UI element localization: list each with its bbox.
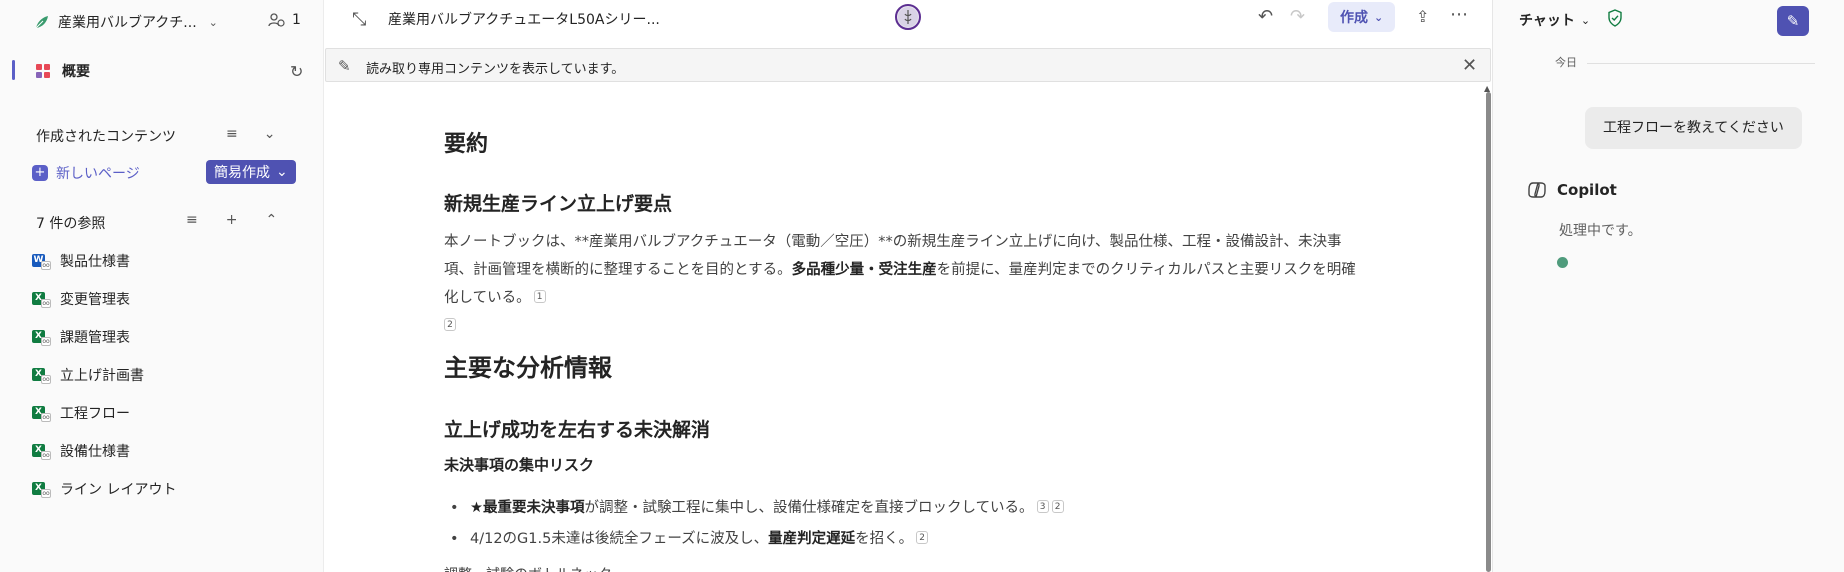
partially-visible-heading: 調整・試験のボトルネック bbox=[444, 564, 612, 572]
date-divider-label: 今日 bbox=[1555, 56, 1577, 69]
citation-badge[interactable]: 2 bbox=[916, 531, 929, 544]
reference-item[interactable]: Xoo 変更管理表 bbox=[32, 289, 130, 309]
excel-link-icon: Xoo bbox=[32, 366, 51, 384]
created-content-header: 作成されたコンテンツ bbox=[36, 129, 176, 145]
reference-label: 工程フロー bbox=[60, 406, 130, 422]
reference-label: 課題管理表 bbox=[60, 330, 130, 346]
close-icon[interactable]: ✕ bbox=[1462, 55, 1477, 76]
word-link-icon: Woo bbox=[32, 254, 51, 270]
reference-label: 設備仕様書 bbox=[60, 444, 130, 460]
copilot-icon bbox=[1528, 182, 1546, 198]
scrollbar[interactable] bbox=[1486, 92, 1491, 572]
heading-risk: 未決事項の集中リスク bbox=[444, 456, 595, 474]
collapse-chevron-icon[interactable]: ⌄ bbox=[264, 126, 276, 142]
avatar[interactable] bbox=[895, 4, 921, 30]
redo-icon[interactable]: ↷ bbox=[1290, 6, 1305, 27]
notebook-title: 産業用バルブアクチ... bbox=[58, 15, 197, 31]
quick-create-button[interactable]: 簡易作成 ⌄ bbox=[206, 160, 296, 184]
edit-off-icon: ✎ bbox=[338, 57, 351, 75]
chevron-down-icon: ⌄ bbox=[1580, 13, 1591, 27]
bullet-dot: • bbox=[450, 531, 459, 547]
avatar-image bbox=[898, 7, 918, 27]
assistant-name: Copilot bbox=[1557, 181, 1617, 199]
excel-link-icon: Xoo bbox=[32, 290, 51, 308]
filter-icon[interactable]: ≡ bbox=[186, 212, 198, 228]
reference-label: 変更管理表 bbox=[60, 292, 130, 308]
list-item: • 4/12のG1.5未達は後続全フェーズに波及し、量産判定遅延を招く。 2 bbox=[450, 527, 929, 548]
chat-tab-label: チャット bbox=[1519, 13, 1575, 29]
heading-launch-points: 新規生産ライン立上げ要点 bbox=[444, 193, 673, 215]
document-title: 産業用バルブアクチュエータL50Aシリー... bbox=[388, 12, 660, 28]
typing-indicator bbox=[1557, 257, 1568, 268]
active-indicator bbox=[12, 60, 15, 80]
summary-paragraph: 本ノートブックは、**産業用バルブアクチュエータ（電動／空圧）**の新規生産ライ… bbox=[444, 234, 1356, 331]
reference-label: ライン レイアウト bbox=[60, 482, 177, 498]
overview-grid-icon bbox=[36, 64, 50, 78]
chevron-down-icon: ⌄ bbox=[276, 164, 288, 180]
reference-item[interactable]: Xoo 設備仕様書 bbox=[32, 441, 130, 461]
user-message: 工程フローを教えてください bbox=[1585, 107, 1802, 149]
heading-open-issues: 立上げ成功を左右する未決解消 bbox=[444, 419, 711, 441]
create-button[interactable]: 作成 ⌄ bbox=[1328, 2, 1396, 32]
create-label: 作成 bbox=[1340, 10, 1368, 26]
member-count: 1 bbox=[292, 12, 301, 28]
read-only-banner: ✎ 読み取り専用コンテンツを表示しています。 ✕ bbox=[325, 48, 1491, 82]
overview-nav-item[interactable]: 概要 ↻ bbox=[12, 56, 312, 84]
quick-create-label: 簡易作成 bbox=[214, 165, 270, 181]
excel-link-icon: Xoo bbox=[32, 480, 51, 498]
refresh-icon[interactable]: ↻ bbox=[290, 62, 303, 81]
expand-icon[interactable]: ⤡ bbox=[352, 9, 366, 30]
banner-text: 読み取り専用コンテンツを表示しています。 bbox=[366, 62, 625, 77]
notebook-selector[interactable]: 産業用バルブアクチ... ⌄ bbox=[34, 12, 218, 32]
chevron-down-icon: ⌄ bbox=[1374, 10, 1384, 24]
reference-item[interactable]: Xoo 立上げ計画書 bbox=[32, 365, 144, 385]
reference-item[interactable]: Xoo 工程フロー bbox=[32, 403, 130, 423]
date-divider bbox=[1587, 63, 1815, 64]
excel-link-icon: Xoo bbox=[32, 328, 51, 346]
chevron-down-icon: ⌄ bbox=[208, 15, 218, 29]
excel-link-icon: Xoo bbox=[32, 404, 51, 422]
leaf-icon bbox=[35, 16, 48, 29]
bullet-dot: • bbox=[450, 500, 459, 516]
list-item: • ★最重要未決事項が調整・試験工程に集中し、設備仕様確定を直接ブロックしている。… bbox=[450, 496, 1064, 517]
reference-item[interactable]: Xoo 課題管理表 bbox=[32, 327, 130, 347]
reference-item[interactable]: Woo 製品仕様書 bbox=[32, 251, 130, 271]
assistant-header: Copilot bbox=[1527, 180, 1617, 200]
plus-icon: + bbox=[32, 165, 48, 181]
compose-icon: ✎ bbox=[1786, 12, 1800, 30]
sidebar: 産業用バルブアクチ... ⌄ 1 概要 ↻ 作成されたコンテンツ ≡ ⌄ + 新… bbox=[0, 0, 324, 572]
more-options-icon[interactable]: ⋯ bbox=[1450, 4, 1469, 25]
citation-badge[interactable]: 2 bbox=[1051, 500, 1064, 513]
document-toolbar: ⤡ 産業用バルブアクチュエータL50Aシリー... ↶ ↷ 作成 ⌄ ⇪ ⋯ bbox=[324, 0, 1492, 46]
heading-main-insights: 主要な分析情報 bbox=[444, 354, 612, 382]
chat-tab-selector[interactable]: チャット ⌄ bbox=[1519, 10, 1590, 30]
overview-label: 概要 bbox=[62, 64, 90, 80]
reference-item[interactable]: Xoo ライン レイアウト bbox=[32, 479, 176, 499]
citation-badge[interactable]: 1 bbox=[533, 290, 546, 303]
shield-check-icon bbox=[1608, 9, 1622, 27]
collapse-chevron-up-icon[interactable]: ⌃ bbox=[265, 212, 277, 228]
add-reference-icon[interactable]: + bbox=[226, 212, 238, 228]
new-page-button[interactable]: + 新しいページ bbox=[32, 163, 140, 183]
share-icon[interactable]: ⇪ bbox=[1416, 7, 1429, 26]
heading-summary: 要約 bbox=[444, 132, 489, 157]
new-page-label: 新しいページ bbox=[56, 166, 140, 182]
filter-icon[interactable]: ≡ bbox=[226, 126, 238, 142]
references-header: 7 件の参照 bbox=[36, 216, 106, 232]
members-button[interactable]: 1 bbox=[268, 12, 301, 28]
processing-status: 処理中です。 bbox=[1559, 223, 1642, 239]
reference-label: 立上げ計画書 bbox=[60, 368, 144, 384]
excel-link-icon: Xoo bbox=[32, 442, 51, 460]
undo-icon[interactable]: ↶ bbox=[1258, 6, 1273, 27]
people-settings-icon bbox=[268, 13, 285, 27]
reference-label: 製品仕様書 bbox=[60, 254, 130, 270]
citation-badge[interactable]: 2 bbox=[444, 318, 456, 331]
citation-badge[interactable]: 3 bbox=[1036, 500, 1049, 513]
copilot-chat-panel: チャット ⌄ ✎ 今日 工程フローを教えてください Copilot 処理中です。 bbox=[1492, 0, 1844, 572]
new-chat-button[interactable]: ✎ bbox=[1777, 6, 1809, 36]
